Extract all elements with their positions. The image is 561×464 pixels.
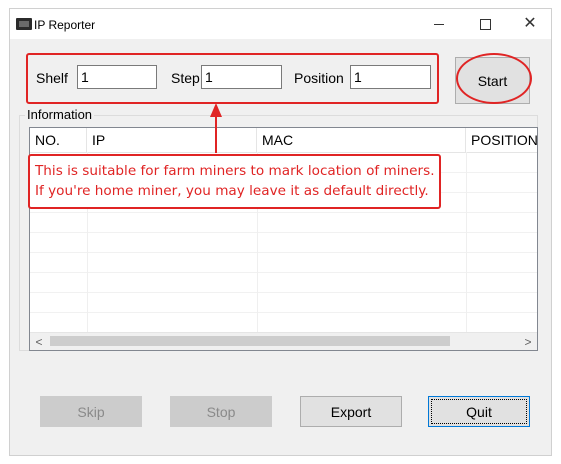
grid-line: [30, 292, 537, 293]
stop-button[interactable]: Stop: [170, 396, 272, 427]
information-group-title: Information: [25, 107, 95, 122]
annotation-note-line-2: If you're home miner, you may leave it a…: [35, 183, 429, 199]
scroll-left-icon[interactable]: <: [30, 333, 48, 350]
annotation-note: This is suitable for farm miners to mark…: [28, 154, 441, 209]
column-header-ip[interactable]: IP: [87, 128, 257, 152]
annotation-highlight-fields: [26, 53, 439, 104]
annotation-highlight-start: [456, 53, 532, 104]
list-header: NO. IP MAC POSITION: [30, 128, 537, 153]
minimize-button[interactable]: [416, 9, 462, 39]
quit-button[interactable]: Quit: [428, 396, 530, 427]
maximize-button[interactable]: [462, 9, 508, 39]
app-icon: [16, 18, 32, 30]
grid-line: [30, 252, 537, 253]
horizontal-scrollbar[interactable]: < >: [30, 332, 537, 350]
column-header-position[interactable]: POSITION: [466, 128, 537, 152]
title-bar: IP Reporter ✕: [10, 9, 551, 39]
window-title: IP Reporter: [34, 18, 96, 32]
annotation-arrow-icon: [210, 103, 222, 153]
focus-ring: [431, 399, 527, 424]
skip-button[interactable]: Skip: [40, 396, 142, 427]
minimize-icon: [434, 23, 444, 25]
column-header-no[interactable]: NO.: [30, 128, 87, 152]
close-button[interactable]: ✕: [507, 9, 553, 39]
close-icon: ✕: [523, 15, 537, 32]
grid-line: [30, 272, 537, 273]
maximize-icon: [479, 18, 491, 30]
grid-line: [466, 152, 467, 332]
annotation-note-line-1: This is suitable for farm miners to mark…: [35, 163, 435, 179]
scroll-right-icon[interactable]: >: [519, 333, 537, 350]
grid-line: [30, 312, 537, 313]
scroll-thumb[interactable]: [50, 336, 450, 346]
grid-line: [30, 232, 537, 233]
column-header-mac[interactable]: MAC: [257, 128, 466, 152]
grid-line: [30, 212, 537, 213]
export-button[interactable]: Export: [300, 396, 402, 427]
